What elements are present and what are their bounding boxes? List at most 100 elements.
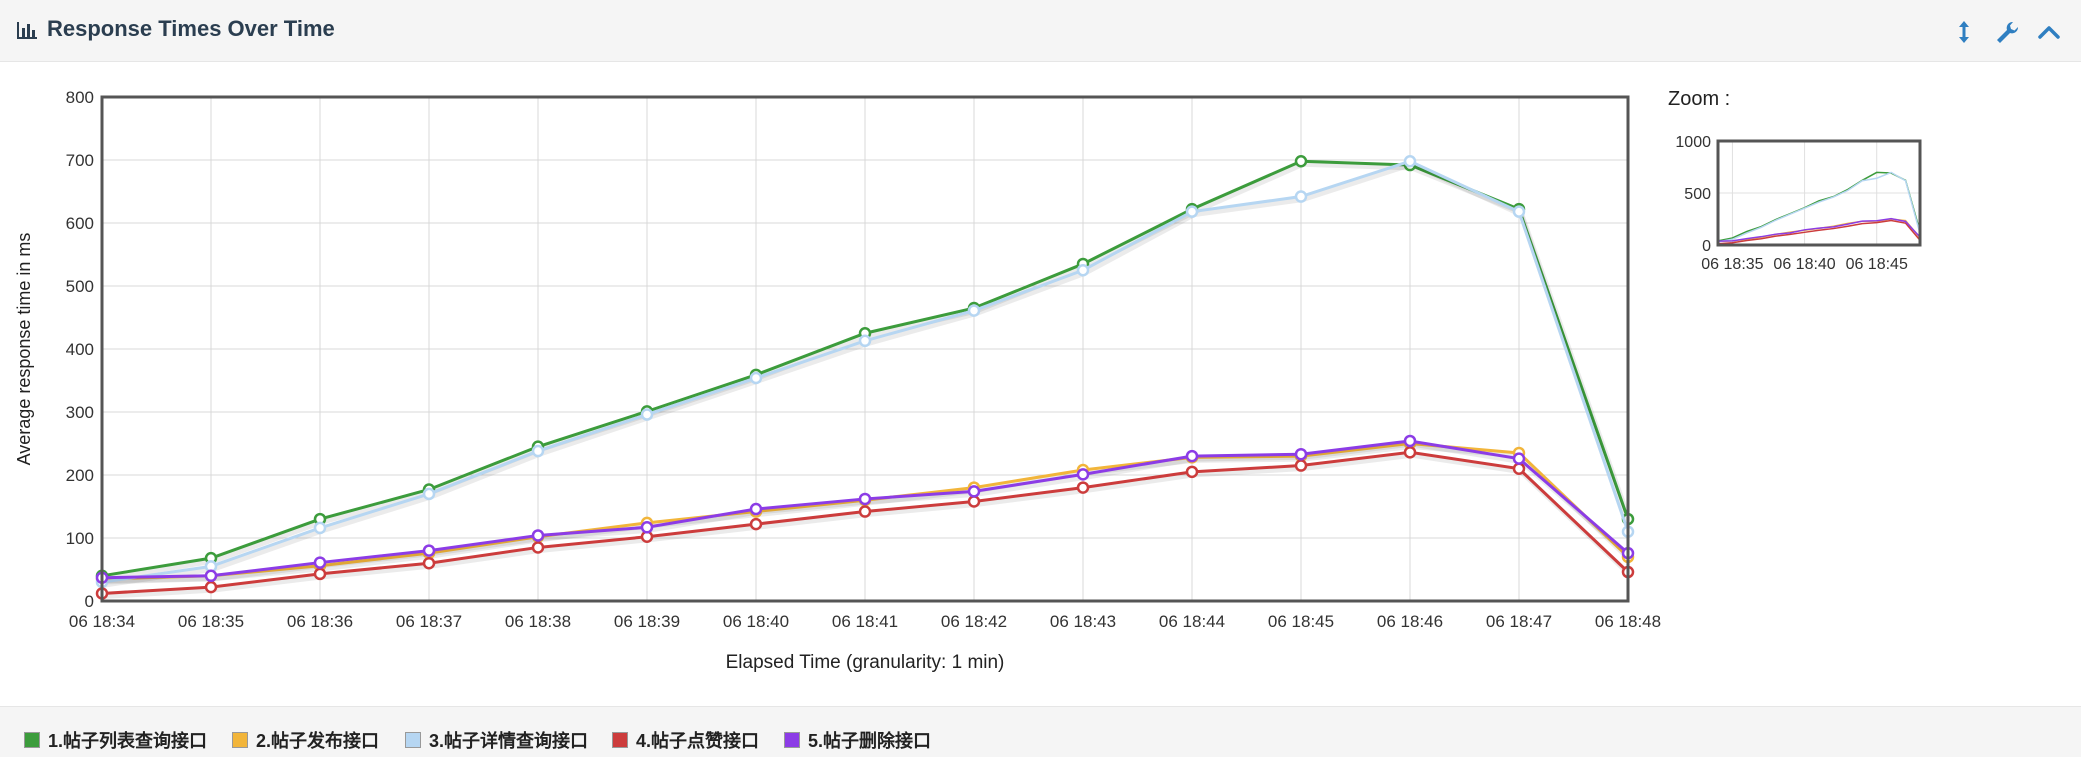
data-point[interactable] xyxy=(858,505,872,518)
chevron-up-icon xyxy=(2038,26,2060,39)
y-tick-label: 100 xyxy=(66,529,94,548)
overview-x-tick: 06 18:35 xyxy=(1701,256,1763,273)
data-point[interactable] xyxy=(967,485,981,498)
response-times-chart: 0100200300400500600700800 06 18:34 06 18:… xyxy=(14,88,1922,673)
data-point[interactable] xyxy=(858,492,872,506)
overview-lines xyxy=(1717,171,1921,245)
data-point[interactable] xyxy=(749,517,763,531)
data-point[interactable] xyxy=(1294,459,1308,472)
legend-item-4[interactable]: 4.帖子点赞接口 xyxy=(612,727,759,751)
panel-tools xyxy=(1940,18,2063,46)
overview-x-tick: 06 18:40 xyxy=(1773,256,1835,273)
x-tick-label: 06 18:34 xyxy=(69,612,135,631)
data-point[interactable] xyxy=(967,495,981,508)
x-tick-label: 06 18:38 xyxy=(505,612,571,631)
legend-swatch xyxy=(612,732,628,748)
y-tick-label: 400 xyxy=(66,340,94,359)
x-tick-label: 06 18:37 xyxy=(396,612,462,631)
x-tick-label: 06 18:40 xyxy=(723,612,789,631)
legend-label: 3.帖子详情查询接口 xyxy=(429,731,589,751)
x-tick-label: 06 18:41 xyxy=(832,612,898,631)
y-tick-label: 700 xyxy=(66,151,94,170)
data-point[interactable] xyxy=(1512,205,1526,218)
y-tick-label: 0 xyxy=(85,592,94,611)
data-point[interactable] xyxy=(1294,155,1308,168)
data-point[interactable] xyxy=(1076,468,1090,481)
overview-y-tick: 1000 xyxy=(1675,134,1711,151)
legend-swatch xyxy=(24,732,40,748)
overview-grid xyxy=(1718,140,1920,246)
data-point[interactable] xyxy=(531,444,545,458)
x-axis-title: Elapsed Time (granularity: 1 min) xyxy=(726,652,1005,673)
data-point[interactable] xyxy=(1076,481,1090,494)
collapse-button[interactable] xyxy=(2035,18,2063,46)
resize-vertical-button[interactable] xyxy=(1950,18,1978,46)
data-point[interactable] xyxy=(1185,449,1199,463)
x-axis-ticks: 06 18:34 06 18:35 06 18:36 06 18:37 06 18:38… xyxy=(69,612,1661,631)
x-tick-label: 06 18:45 xyxy=(1268,612,1334,631)
legend-item-1[interactable]: 1.帖子列表查询接口 xyxy=(24,727,207,751)
y-tick-label: 300 xyxy=(66,403,94,422)
data-point[interactable] xyxy=(422,487,436,501)
legend-item-5[interactable]: 5.帖子删除接口 xyxy=(784,727,931,751)
data-point[interactable] xyxy=(749,371,763,385)
zoom-overview[interactable]: 0 500 1000 06 18:35 06 18:40 06 18:45 xyxy=(1675,134,1922,273)
overview-ticks: 0 500 1000 06 18:35 06 18:40 06 18:45 xyxy=(1675,134,1908,273)
legend-swatch xyxy=(784,732,800,748)
panel-header: Response Times Over Time xyxy=(0,0,2081,62)
data-point[interactable] xyxy=(531,529,545,542)
y-tick-label: 600 xyxy=(66,214,94,233)
panel-title: Response Times Over Time xyxy=(47,16,335,41)
y-tick-label: 800 xyxy=(66,88,94,107)
data-point[interactable] xyxy=(1512,452,1526,465)
legend-item-2[interactable]: 2.帖子发布接口 xyxy=(232,727,379,751)
legend-swatch xyxy=(232,732,248,748)
bar-chart-icon xyxy=(17,22,37,39)
zoom-label: Zoom : xyxy=(1668,88,1731,110)
overview-y-tick: 0 xyxy=(1702,238,1711,255)
x-tick-label: 06 18:35 xyxy=(178,612,244,631)
data-point[interactable] xyxy=(1403,434,1417,448)
data-point[interactable] xyxy=(422,556,436,570)
data-point[interactable] xyxy=(531,541,545,554)
legend-label: 5.帖子删除接口 xyxy=(808,731,932,751)
x-tick-label: 06 18:47 xyxy=(1486,612,1552,631)
x-tick-label: 06 18:42 xyxy=(941,612,1007,631)
series-line-shadow xyxy=(103,161,1633,588)
legend-label: 1.帖子列表查询接口 xyxy=(48,731,208,751)
data-point[interactable] xyxy=(204,580,218,594)
data-point[interactable] xyxy=(749,502,763,516)
data-point[interactable] xyxy=(313,556,327,569)
settings-button[interactable] xyxy=(1993,18,2021,46)
y-tick-label: 500 xyxy=(66,277,94,296)
data-point[interactable] xyxy=(1403,446,1417,459)
data-point[interactable] xyxy=(858,334,872,348)
data-point[interactable] xyxy=(1076,264,1090,277)
legend-label: 4.帖子点赞接口 xyxy=(636,731,760,751)
data-point[interactable] xyxy=(313,567,327,581)
data-point[interactable] xyxy=(1294,190,1308,203)
x-tick-label: 06 18:36 xyxy=(287,612,353,631)
legend-item-3[interactable]: 3.帖子详情查询接口 xyxy=(405,727,588,751)
legend-swatch xyxy=(405,732,421,748)
data-point[interactable] xyxy=(313,521,327,535)
legend-label: 2.帖子发布接口 xyxy=(256,731,380,751)
data-point[interactable] xyxy=(422,544,436,557)
data-point[interactable] xyxy=(1185,465,1199,479)
data-point[interactable] xyxy=(1403,155,1417,168)
overview-x-tick: 06 18:45 xyxy=(1846,256,1908,273)
y-tick-label: 200 xyxy=(66,466,94,485)
data-point[interactable] xyxy=(967,304,981,317)
data-point[interactable] xyxy=(204,569,218,583)
overview-y-tick: 500 xyxy=(1684,186,1711,203)
x-tick-label: 06 18:48 xyxy=(1595,612,1661,631)
data-point[interactable] xyxy=(1185,205,1199,218)
x-tick-label: 06 18:43 xyxy=(1050,612,1116,631)
data-point[interactable] xyxy=(640,521,654,534)
data-point[interactable] xyxy=(640,408,654,421)
data-point[interactable] xyxy=(1294,447,1308,461)
x-tick-label: 06 18:46 xyxy=(1377,612,1443,631)
resize-vertical-icon xyxy=(1959,21,1970,43)
chart-legend: 1.帖子列表查询接口 2.帖子发布接口 3.帖子详情查询接口 4.帖子点赞接口 5.帖子… xyxy=(0,706,2081,757)
x-tick-label: 06 18:39 xyxy=(614,612,680,631)
